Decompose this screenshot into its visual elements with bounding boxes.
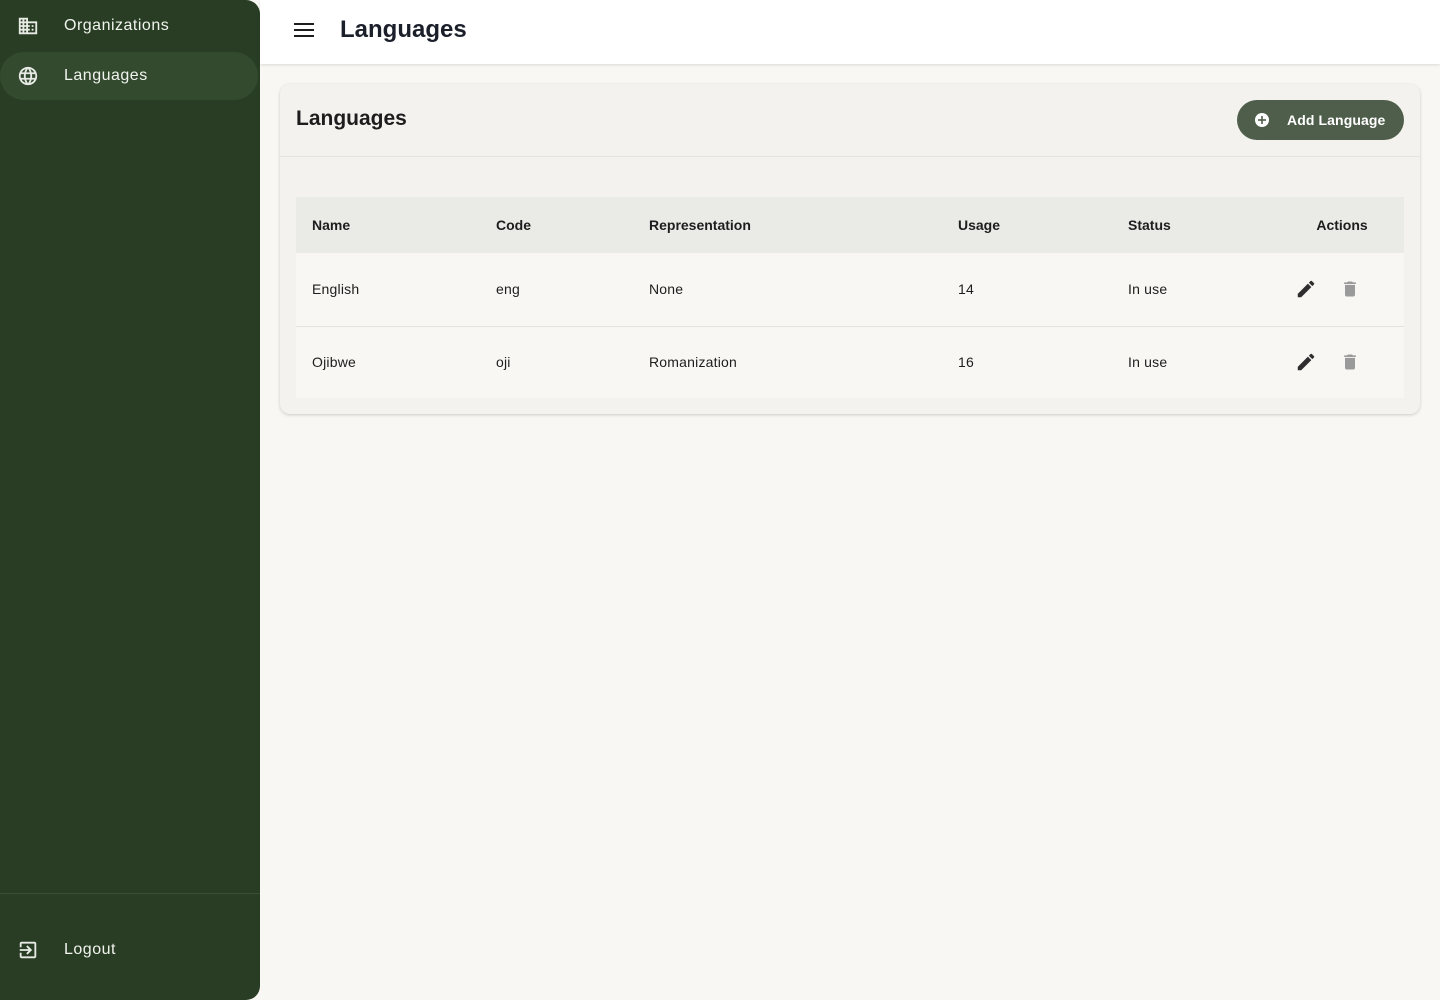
sidebar-item-organizations[interactable]: Organizations [0, 2, 258, 50]
cell-usage: 14 [958, 281, 974, 298]
cell-name: Ojibwe [312, 354, 356, 371]
card-title: Languages [296, 107, 407, 130]
edit-button[interactable] [1294, 350, 1318, 374]
sidebar-divider [0, 893, 260, 894]
table-row: Ojibwe oji Romanization 16 In use [296, 326, 1404, 398]
pencil-icon [1297, 280, 1315, 298]
cell-actions [1280, 326, 1404, 398]
cell-actions [1280, 253, 1404, 326]
trash-icon [1344, 354, 1356, 370]
add-circle-icon [1254, 112, 1270, 128]
add-language-button[interactable]: Add Language [1237, 100, 1404, 140]
add-language-label: Add Language [1287, 112, 1386, 128]
cell-code: eng [496, 281, 520, 298]
cell-code: oji [496, 354, 511, 371]
column-header-usage[interactable]: Usage [942, 197, 1112, 253]
delete-button[interactable] [1338, 350, 1362, 374]
cell-usage: 16 [958, 354, 974, 371]
table-row: English eng None 14 In use [296, 253, 1404, 326]
column-header-code[interactable]: Code [480, 197, 633, 253]
column-header-name[interactable]: Name [296, 197, 480, 253]
logout-label: Logout [64, 941, 116, 958]
sidebar-item-label: Organizations [64, 17, 170, 34]
logout-button[interactable]: Logout [0, 926, 258, 974]
building-icon [16, 14, 40, 38]
cell-status: In use [1128, 354, 1168, 371]
cell-representation: None [649, 281, 684, 298]
table-header-row: Name Code Representation Usage Status Ac… [296, 197, 1404, 253]
delete-button[interactable] [1338, 277, 1362, 301]
menu-icon [294, 22, 314, 42]
column-header-status[interactable]: Status [1112, 197, 1280, 253]
globe-icon [16, 64, 40, 88]
cell-name: English [312, 281, 360, 298]
menu-button[interactable] [288, 16, 320, 48]
sidebar: Organizations Languages Logout [0, 0, 260, 1000]
top-app-bar: Languages [260, 0, 1440, 64]
cell-representation: Romanization [649, 354, 737, 371]
page-title: Languages [340, 16, 467, 43]
trash-icon [1344, 281, 1356, 297]
sidebar-item-languages[interactable]: Languages [0, 52, 258, 100]
edit-button[interactable] [1294, 277, 1318, 301]
cell-status: In use [1128, 281, 1168, 298]
pencil-icon [1297, 353, 1315, 371]
column-header-representation[interactable]: Representation [633, 197, 942, 253]
logout-icon [16, 938, 40, 962]
card-header: Languages Add Language [280, 84, 1420, 157]
sidebar-item-label: Languages [64, 67, 148, 84]
column-header-actions: Actions [1316, 217, 1368, 233]
languages-card: Languages Add Language Name Code Represe… [280, 84, 1420, 414]
languages-table: Name Code Representation Usage Status Ac… [296, 197, 1404, 398]
